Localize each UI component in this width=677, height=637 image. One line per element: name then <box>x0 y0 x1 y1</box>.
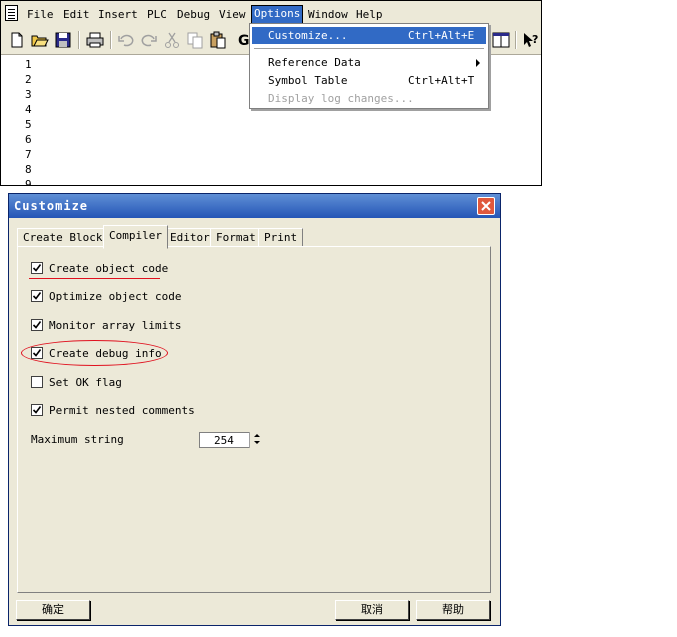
menu-window[interactable]: Window <box>306 7 350 22</box>
svg-text:?: ? <box>532 33 538 46</box>
undo-icon[interactable] <box>116 30 136 50</box>
toolbar-separator <box>78 31 80 49</box>
menu-item-reference-data[interactable]: Reference Data <box>252 54 486 71</box>
close-icon[interactable] <box>477 197 495 215</box>
line-number: 3 <box>25 88 32 101</box>
menu-debug[interactable]: Debug <box>175 7 212 22</box>
customize-dialog: Customize Create Block Compiler Editor F… <box>8 193 501 626</box>
checkbox[interactable] <box>31 404 43 416</box>
maximum-string-value: 254 <box>214 434 234 447</box>
annotation-circle-debug-info <box>21 340 168 366</box>
toolbar-separator <box>515 31 517 49</box>
line-number: 7 <box>25 148 32 161</box>
svg-text:G: G <box>238 33 250 49</box>
checkbox[interactable] <box>31 376 43 388</box>
tab-compiler[interactable]: Compiler <box>103 225 168 249</box>
menu-item-label: Display log changes... <box>268 92 414 105</box>
menu-item-shortcut: Ctrl+Alt+E <box>408 29 475 42</box>
dialog-titlebar[interactable]: Customize <box>9 194 500 218</box>
tab-create-block[interactable]: Create Block <box>17 228 109 247</box>
checkbox[interactable] <box>31 290 43 302</box>
menu-plc[interactable]: PLC <box>145 7 169 22</box>
tab-print[interactable]: Print <box>258 228 304 247</box>
option-label: Optimize object code <box>49 290 182 303</box>
copy-icon[interactable] <box>185 30 205 50</box>
maximum-string-spinner[interactable] <box>249 432 265 448</box>
options-dropdown-menu: Customize... Ctrl+Alt+E Reference Data S… <box>249 23 489 109</box>
tab-editor[interactable]: Editor <box>164 228 216 247</box>
menu-item-label: Symbol Table <box>268 74 348 87</box>
paste-icon[interactable] <box>208 30 228 50</box>
ok-button[interactable]: 确定 <box>16 600 90 620</box>
dialog-title: Customize <box>14 199 89 213</box>
print-icon[interactable] <box>85 30 105 50</box>
menu-separator <box>254 48 484 50</box>
help-button[interactable]: 帮助 <box>416 600 490 620</box>
menu-file[interactable]: File <box>25 7 56 22</box>
window-layout-icon[interactable] <box>491 30 511 50</box>
checkbox[interactable] <box>31 262 43 274</box>
line-number: 6 <box>25 133 32 146</box>
option-label: Create object code <box>49 262 169 275</box>
save-icon[interactable] <box>53 30 73 50</box>
open-icon[interactable] <box>30 30 50 50</box>
redo-icon[interactable] <box>139 30 159 50</box>
line-number: 5 <box>25 118 32 131</box>
submenu-arrow-icon <box>476 59 480 67</box>
document-icon[interactable] <box>5 5 18 21</box>
line-number: 1 <box>25 58 32 71</box>
menu-item-symbol-table[interactable]: Symbol Table Ctrl+Alt+T <box>252 72 486 89</box>
tab-format[interactable]: Format <box>210 228 262 247</box>
line-number: 8 <box>25 163 32 176</box>
menu-help[interactable]: Help <box>354 7 385 22</box>
menu-item-label: Customize... <box>268 29 348 42</box>
menu-item-shortcut: Ctrl+Alt+T <box>408 74 475 87</box>
cancel-button[interactable]: 取消 <box>335 600 409 620</box>
spin-up-icon[interactable] <box>250 432 265 439</box>
new-icon[interactable] <box>7 30 27 50</box>
option-label: Monitor array limits <box>49 319 182 332</box>
menu-edit[interactable]: Edit <box>61 7 92 22</box>
context-help-icon[interactable]: ? <box>521 30 541 50</box>
checkbox[interactable] <box>31 319 43 331</box>
option-label: Set OK flag <box>49 376 122 389</box>
option-label: Permit nested comments <box>49 404 195 417</box>
maximum-string-label: Maximum string <box>31 433 124 446</box>
menu-options[interactable]: Options <box>251 5 304 24</box>
cut-icon[interactable] <box>162 30 182 50</box>
menu-item-label: Reference Data <box>268 56 361 69</box>
menu-view[interactable]: View <box>217 7 248 22</box>
menu-item-customize[interactable]: Customize... Ctrl+Alt+E <box>252 27 486 44</box>
menu-insert[interactable]: Insert <box>96 7 140 22</box>
spin-down-icon[interactable] <box>250 439 265 446</box>
line-number: 9 <box>25 178 32 186</box>
line-number: 4 <box>25 103 32 116</box>
annotation-underline-option <box>29 278 160 279</box>
line-number: 2 <box>25 73 32 86</box>
toolbar-separator <box>110 31 112 49</box>
menu-item-display-log-changes[interactable]: Display log changes... <box>252 90 486 107</box>
